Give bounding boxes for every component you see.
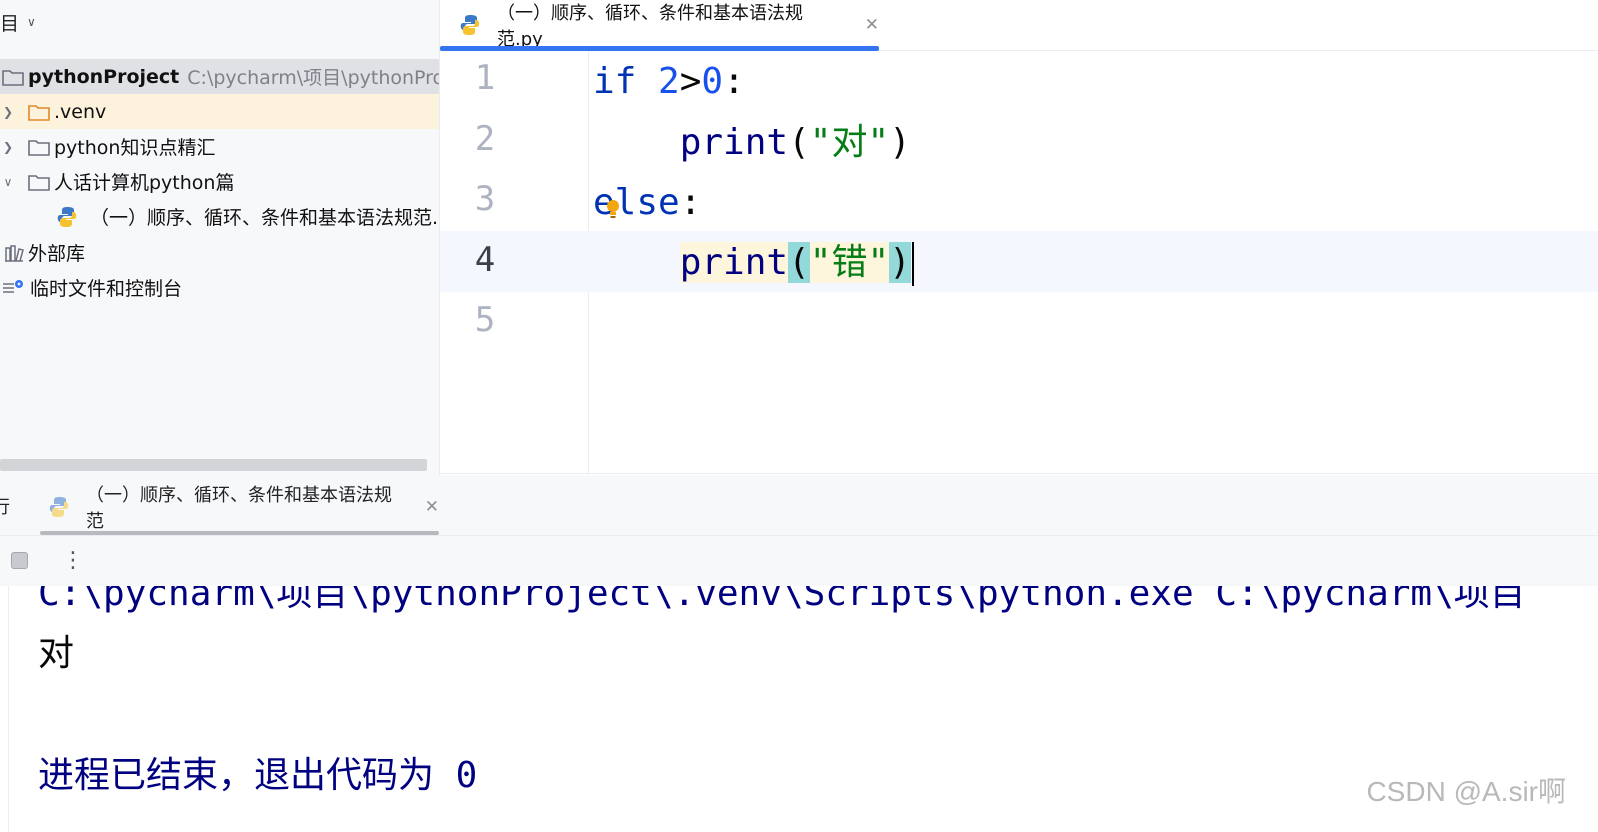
line-number: 1 [474,58,496,98]
number-literal: 0 [701,61,724,102]
line-number: 3 [474,179,496,219]
run-tab-indicator [40,531,439,535]
paren-close: ) [889,122,911,163]
paren-close-matched: ) [889,242,911,283]
builtin-print: print [679,122,789,163]
editor-tab-bar: （一）顺序、循环、条件和基本语法规范.py ✕ [440,0,1598,51]
number-literal: 2 [658,61,680,102]
horizontal-scrollbar[interactable] [0,459,427,471]
folder-orange-icon [28,103,50,121]
tree-item-python-notes[interactable]: ❯ python知识点精汇 [0,129,439,164]
tree-item-label: python知识点精汇 [54,137,216,159]
code-line-4[interactable]: print("错") [593,233,914,293]
console-command-line: C:\pycharm\项目\pythonProject\.venv\Script… [38,586,1526,614]
close-icon[interactable]: ✕ [865,15,879,35]
editor-tab-active[interactable]: （一）顺序、循环、条件和基本语法规范.py ✕ [440,0,879,51]
run-toolbar: ⋮ [0,536,1598,586]
line-number-current-overlay: 4 [474,240,496,280]
run-tab[interactable]: （一）顺序、循环、条件和基本语法规范 ✕ [40,485,439,535]
chevron-down-icon[interactable]: ∨ [27,15,36,29]
text-caret [911,242,914,286]
library-icon [4,244,24,262]
project-panel-header[interactable]: 目 ∨ [0,6,36,38]
tree-item-label: 外部库 [28,243,86,265]
chevron-down-icon[interactable]: ∨ [2,175,14,189]
tree-item-label: 人话计算机python篇 [54,172,235,194]
folder-icon [2,68,24,86]
paren-open: ( [788,122,810,163]
operator: > [679,61,702,102]
run-tab-label: （一）顺序、循环、条件和基本语法规范 [86,485,392,532]
tree-item-pythonproject[interactable]: pythonProject C:\pycharm\项目\pythonProjec… [0,59,439,94]
code-line-2[interactable]: print("对") [593,113,911,173]
chevron-right-icon[interactable]: ❯ [2,105,14,119]
string-literal: "错" [809,242,890,283]
close-icon[interactable]: ✕ [425,497,439,517]
tree-item-external-libraries[interactable]: 外部库 [0,235,439,270]
lightbulb-icon[interactable] [606,199,620,221]
python-file-icon [56,206,78,228]
builtin-print: print [679,242,789,283]
more-options-icon[interactable]: ⋮ [62,548,84,574]
folder-icon [28,138,50,156]
run-tool-label[interactable]: 行 [0,493,10,519]
tree-item-path: C:\pycharm\项目\pythonProject [187,67,439,89]
tree-item-label: （一）顺序、循环、条件和基本语法规范.py [90,207,440,229]
run-tool-header: 行 （一）顺序、循环、条件和基本语法规范 ✕ [0,475,1598,536]
line-number: 2 [474,119,496,159]
colon: : [679,182,702,223]
string-literal: "对" [809,122,890,163]
stop-button[interactable] [11,552,28,569]
tree-item-label: pythonProject [28,65,180,88]
tree-item-scratches[interactable]: 临时文件和控制台 [0,270,439,305]
tree-item-renhua-folder[interactable]: ∨ 人话计算机python篇 [0,164,439,199]
folder-icon [28,173,50,191]
keyword-if: if [593,61,637,102]
project-panel: 目 ∨ pythonProject C:\pycharm\项目\pythonPr… [0,0,440,475]
tree-item-venv[interactable]: ❯ .venv [0,94,439,129]
tree-item-label: 临时文件和控制台 [30,278,183,300]
python-file-icon [48,496,70,518]
scratches-icon [2,279,24,297]
editor-tab-label: （一）顺序、循环、条件和基本语法规范.py [497,3,803,50]
tree-item-label: .venv [54,100,107,123]
project-panel-title: 目 [0,12,20,35]
watermark: CSDN @A.sir啊 [1366,776,1566,807]
line-number: 5 [474,300,496,340]
code-line-1[interactable]: if 2>0: [593,52,745,112]
console-divider [8,586,9,832]
colon: : [723,61,745,102]
console-exit-line: 进程已结束，退出代码为 0 [38,755,478,796]
call-highlight: print("错") [679,242,911,283]
paren-open-matched: ( [788,242,810,283]
run-console[interactable]: C:\pycharm\项目\pythonProject\.venv\Script… [0,586,1598,832]
editor-divider [440,473,1598,474]
console-output-line: 对 [38,633,75,674]
tree-item-python-file[interactable]: （一）顺序、循环、条件和基本语法规范.py [0,199,439,234]
chevron-right-icon[interactable]: ❯ [2,140,14,154]
python-file-icon [459,14,481,36]
